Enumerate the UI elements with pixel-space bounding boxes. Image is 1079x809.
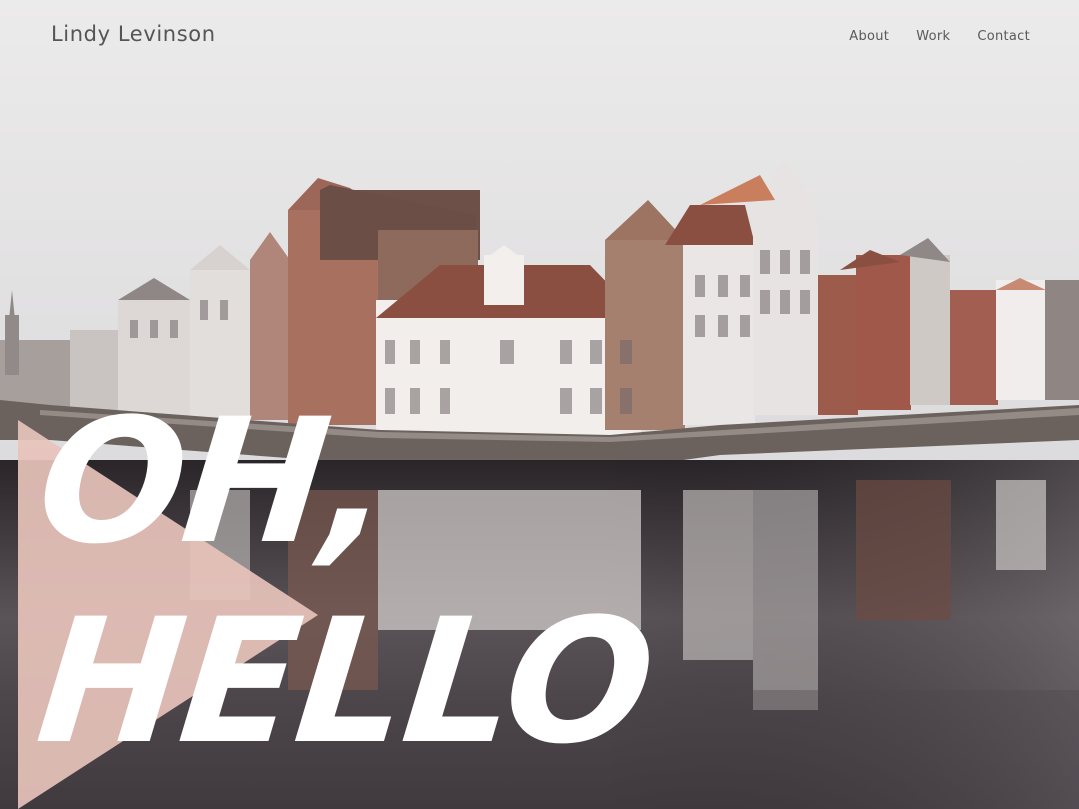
site-logo-link[interactable]: Lindy Levinson (51, 22, 216, 46)
nav-contact-link[interactable]: Contact (977, 29, 1030, 44)
headline-line-1: OH, (29, 381, 401, 582)
headline-line-2: HELLO (29, 581, 662, 782)
nav-about-link[interactable]: About (849, 29, 889, 44)
main-nav: About Work Contact (849, 29, 1030, 44)
nav-work-link[interactable]: Work (916, 29, 950, 44)
hero-section: OH, HELLO (0, 0, 1079, 809)
site-header: Lindy Levinson About Work Contact (0, 0, 1079, 80)
